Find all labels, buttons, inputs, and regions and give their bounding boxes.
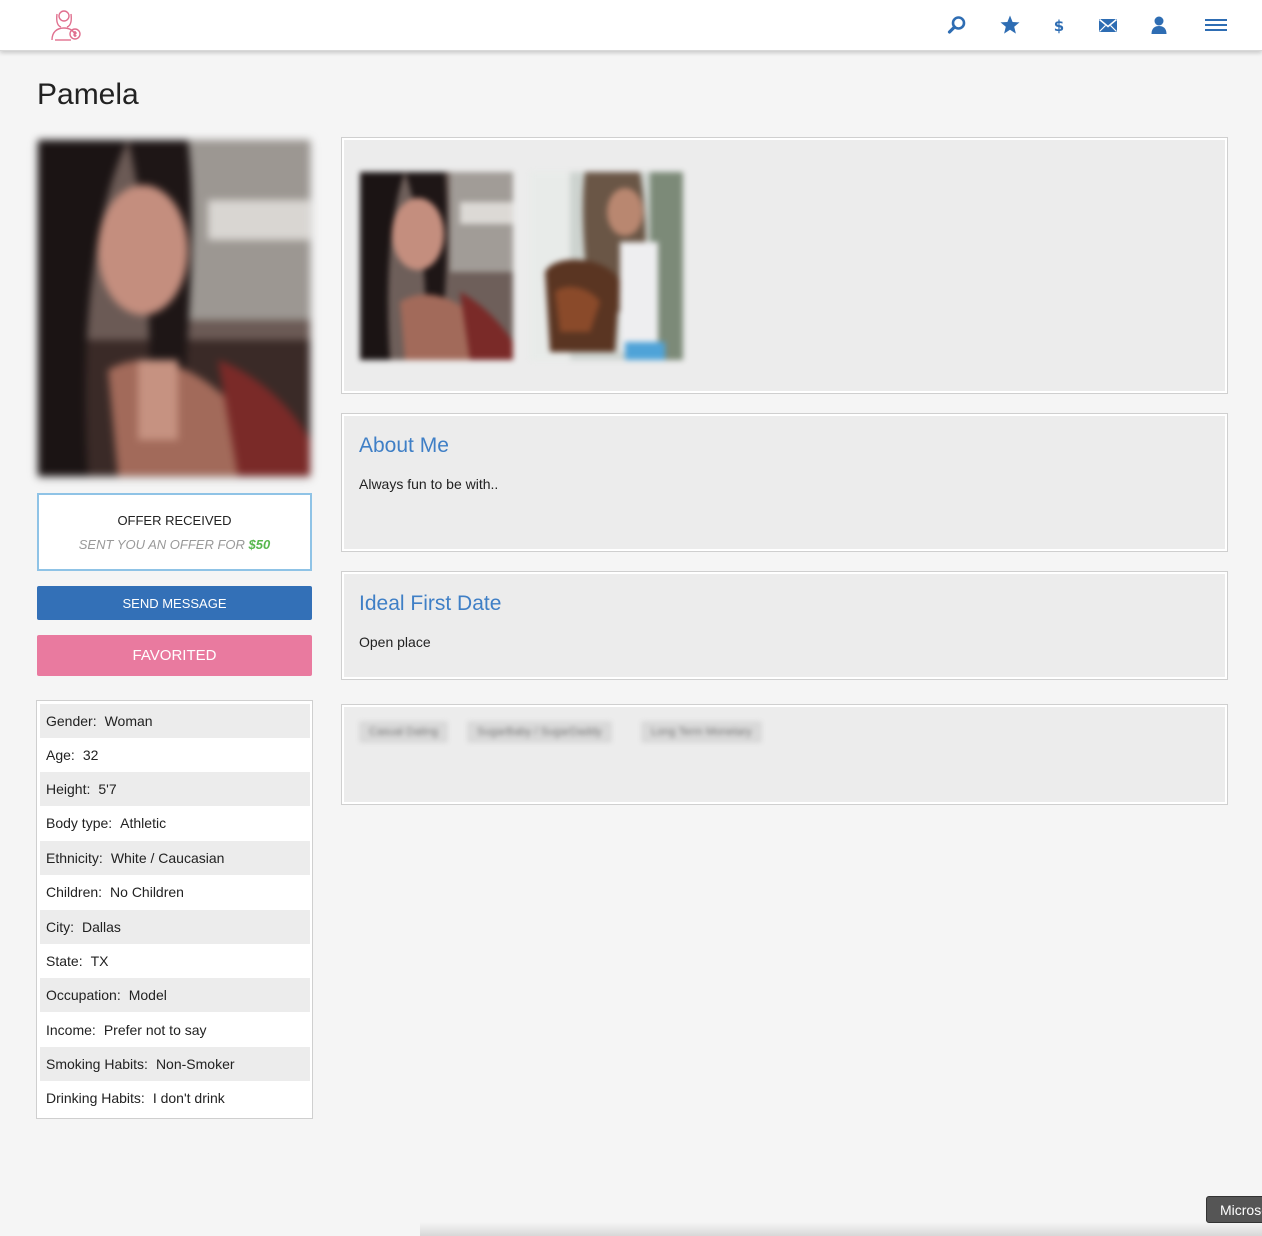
relationship-tag: SugarBaby / SugarDaddy (467, 721, 612, 743)
detail-label: Income: (46, 1022, 96, 1038)
tags-panel (341, 704, 1228, 805)
detail-value: Model (128, 987, 167, 1003)
detail-row-drinking: Drinking Habits: I don't drink (40, 1081, 310, 1115)
detail-label: State: (46, 953, 83, 969)
detail-value: White / Caucasian (110, 850, 225, 866)
offer-received-box: OFFER RECEIVED SENT YOU AN OFFER FOR $50 (37, 493, 312, 571)
detail-value: No Children (110, 884, 184, 900)
favorited-button[interactable]: FAVORITED (37, 635, 312, 676)
profile-photo[interactable] (38, 140, 310, 476)
profile-details-table: Gender: Woman Age: 32 Height: 5'7 Body type… (36, 700, 313, 1119)
user-icon[interactable] (1148, 14, 1170, 36)
detail-row-height: Height: 5'7 (40, 772, 310, 806)
detail-label: Smoking Habits: (46, 1056, 148, 1072)
detail-value: Woman (104, 713, 153, 729)
ideal-first-date-heading: Ideal First Date (359, 592, 502, 615)
star-icon[interactable] (999, 14, 1021, 36)
about-me-heading: About Me (359, 434, 449, 457)
bottom-shadow (420, 1222, 1262, 1236)
detail-value: I don't drink (152, 1090, 225, 1106)
detail-value: 32 (82, 747, 99, 763)
detail-row-gender: Gender: Woman (40, 704, 310, 738)
offer-text-label: SENT YOU AN OFFER FOR (78, 537, 245, 552)
dollar-icon[interactable]: $ (1048, 14, 1070, 36)
about-me-text: Always fun to be with.. (359, 476, 499, 492)
detail-label: Drinking Habits: (46, 1090, 145, 1106)
detail-row-occupation: Occupation: Model (40, 978, 310, 1012)
ideal-first-date-panel (341, 571, 1228, 680)
detail-label: Occupation: (46, 987, 121, 1003)
detail-label: Body type: (46, 815, 113, 831)
detail-label: City: (46, 919, 74, 935)
detail-row-body-type: Body type: Athletic (40, 806, 310, 840)
detail-row-children: Children: No Children (40, 875, 310, 909)
detail-label: Age: (46, 747, 75, 763)
top-navbar: $ (0, 0, 1262, 51)
search-icon[interactable] (946, 14, 968, 36)
relationship-tag: Long Term Monetary (641, 721, 762, 743)
detail-row-city: City: Dallas (40, 910, 310, 944)
offer-amount: $50 (248, 537, 271, 552)
svg-text:$: $ (1054, 17, 1064, 35)
detail-value: Prefer not to say (103, 1022, 207, 1038)
gallery-thumbnail[interactable] (530, 172, 683, 360)
detail-value: Athletic (120, 815, 167, 831)
detail-label: Ethnicity: (46, 850, 103, 866)
ideal-first-date-text: Open place (359, 634, 431, 650)
detail-value: 5'7 (98, 781, 117, 797)
detail-label: Gender: (46, 713, 97, 729)
detail-row-smoking: Smoking Habits: Non-Smoker (40, 1047, 310, 1081)
logo-icon[interactable] (46, 6, 84, 44)
menu-icon[interactable] (1204, 14, 1228, 36)
detail-value: TX (90, 953, 109, 969)
detail-value: Dallas (82, 919, 121, 935)
offer-text: SENT YOU AN OFFER FOR $50 (39, 537, 310, 552)
detail-label: Height: (46, 781, 91, 797)
detail-label: Children: (46, 884, 103, 900)
detail-value: Non-Smoker (155, 1056, 235, 1072)
detail-row-state: State: TX (40, 944, 310, 978)
send-message-button[interactable]: SEND MESSAGE (37, 586, 312, 620)
taskbar-app-button[interactable]: Microsoft (1206, 1196, 1262, 1223)
offer-title: OFFER RECEIVED (117, 513, 232, 528)
detail-row-income: Income: Prefer not to say (40, 1013, 310, 1047)
gallery-thumbnail[interactable] (360, 172, 513, 360)
profile-name: Pamela (37, 78, 139, 111)
detail-row-age: Age: 32 (40, 738, 310, 772)
relationship-tag: Casual Dating (359, 721, 449, 743)
detail-row-ethnicity: Ethnicity: White / Caucasian (40, 841, 310, 875)
envelope-icon[interactable] (1097, 14, 1119, 36)
